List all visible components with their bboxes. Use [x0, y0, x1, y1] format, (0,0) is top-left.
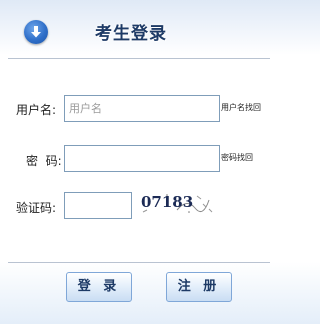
- page-title: 考生登录: [95, 24, 167, 44]
- panel-header: 考生登录: [0, 0, 286, 58]
- captcha-code: 07183: [141, 193, 194, 211]
- top-divider: [8, 58, 270, 59]
- username-recover-link[interactable]: 用户名找回: [221, 102, 261, 113]
- captcha-label: 验证码:: [16, 201, 57, 215]
- username-input[interactable]: [64, 95, 220, 122]
- bottom-divider: [8, 262, 270, 263]
- password-input[interactable]: [64, 145, 220, 172]
- captcha-image[interactable]: 07183: [137, 190, 219, 217]
- username-label: 用户名:: [16, 103, 57, 117]
- register-button[interactable]: 注 册: [166, 272, 232, 302]
- arrow-down-circle-icon: [24, 20, 48, 44]
- captcha-input[interactable]: [64, 192, 132, 219]
- password-label: 密 码:: [26, 154, 62, 168]
- login-button[interactable]: 登 录: [66, 272, 132, 302]
- password-recover-link[interactable]: 密码找回: [221, 152, 253, 163]
- login-panel: 考生登录 用户名: 用户名找回 密 码: 密码找回 验证码: 07183 登 录…: [0, 0, 286, 324]
